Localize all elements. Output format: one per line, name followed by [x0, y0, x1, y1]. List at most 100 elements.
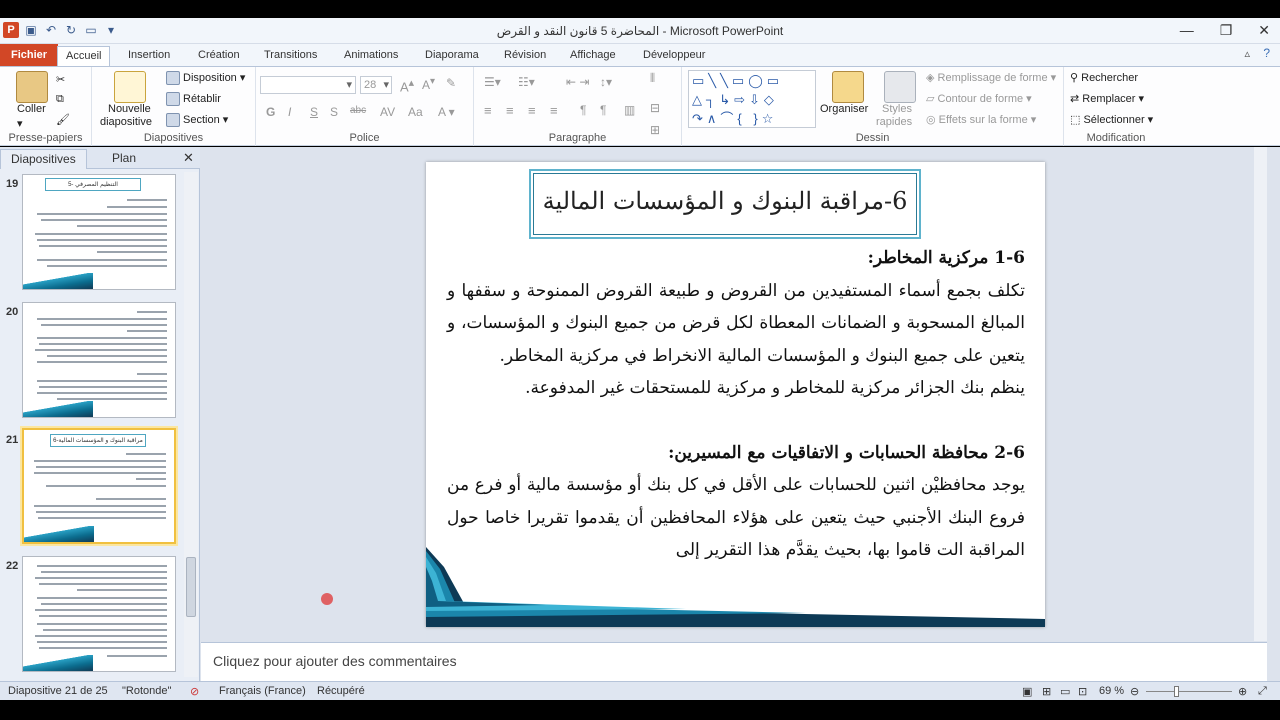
tab-affichage[interactable]: Affichage	[562, 46, 624, 66]
reading-view-icon[interactable]: ▭	[1060, 685, 1070, 698]
new-slide-label[interactable]: Nouvelle	[108, 103, 151, 115]
minimize-ribbon-icon[interactable]: ▵	[1244, 47, 1250, 60]
paste-dropdown-icon[interactable]: ▾	[17, 117, 23, 130]
align-right-icon[interactable]: ≡	[528, 103, 536, 118]
scrollbar-thumb[interactable]	[186, 557, 196, 617]
shape-fill-button[interactable]: ◈ Remplissage de forme ▾	[926, 71, 1056, 84]
shapes-gallery[interactable]: ▭╲╲▭◯▭ △┐↳⇨⇩◇ ↷∧⌒{ }☆	[688, 70, 816, 128]
font-color-icon[interactable]: A ▾	[438, 105, 455, 119]
slideshow-icon[interactable]: ⊡	[1078, 685, 1087, 698]
ltr-icon[interactable]: ¶	[600, 103, 606, 117]
align-left-icon[interactable]: ≡	[484, 103, 492, 118]
select-button[interactable]: ⬚ Sélectionner ▾	[1070, 113, 1153, 126]
columns-icon[interactable]: ▥	[624, 103, 635, 117]
tab-developpeur[interactable]: Développeur	[635, 46, 713, 66]
find-label: Rechercher	[1081, 72, 1138, 84]
shape-effects-button[interactable]: ◎ Effets sur la forme ▾	[926, 113, 1036, 126]
arrange-icon[interactable]	[832, 71, 864, 103]
group-diapositives: Nouvelle diapositive Disposition ▾ Rétab…	[92, 67, 256, 146]
mouse-cursor	[321, 593, 333, 605]
italic-button[interactable]: I	[288, 105, 291, 119]
section-button[interactable]: Section ▾	[166, 113, 228, 128]
align-center-icon[interactable]: ≡	[506, 103, 514, 118]
format-painter-icon[interactable]: 🖌	[56, 113, 70, 126]
notes-pane[interactable]: Cliquez pour ajouter des commentaires	[201, 642, 1267, 681]
align-text-icon[interactable]: ⊟	[650, 101, 660, 115]
normal-view-icon[interactable]: ▣	[1022, 685, 1032, 698]
font-size-value: 28	[364, 79, 377, 91]
clear-format-icon[interactable]: ✎	[446, 76, 456, 90]
language-status[interactable]: Français (France)	[219, 685, 306, 697]
find-button[interactable]: ⚲ Rechercher	[1070, 71, 1138, 84]
shrink-font-icon[interactable]: A▾	[422, 76, 435, 92]
justify-icon[interactable]: ≡	[550, 103, 558, 118]
slide-title-box[interactable]: 6-مراقبة البنوك و المؤسسات المالية	[529, 169, 921, 239]
tab-fichier[interactable]: Fichier	[0, 44, 59, 66]
new-slide-label-2[interactable]: diapositive	[100, 116, 152, 128]
zoom-in-icon[interactable]: ⊕	[1238, 685, 1247, 698]
group-label-dessin: Dessin	[855, 132, 890, 144]
shadow-button[interactable]: S	[330, 105, 338, 119]
font-name-select[interactable]: ▾	[260, 76, 356, 94]
heading-1: 1-6 مركزية المخاطر:	[867, 248, 1025, 268]
fit-to-window-icon[interactable]: ⤢	[1258, 685, 1267, 698]
slide-sorter-icon[interactable]: ⊞	[1042, 685, 1051, 698]
change-case-icon[interactable]: Aa	[408, 105, 423, 119]
replace-button[interactable]: ⇄ Remplacer ▾	[1070, 92, 1144, 105]
zoom-slider-thumb[interactable]	[1174, 686, 1179, 697]
minimize-button[interactable]: —	[1180, 22, 1194, 39]
help-icon[interactable]: ?	[1263, 46, 1270, 60]
underline-button[interactable]: S	[310, 105, 318, 119]
tab-animations[interactable]: Animations	[336, 46, 406, 66]
paste-icon[interactable]	[16, 71, 48, 103]
strikethrough-button[interactable]: abc	[350, 105, 366, 116]
paste-button[interactable]: Coller	[17, 103, 46, 115]
work-area: Diapositives Plan ✕ 19 5- التنظيم المصرف…	[0, 147, 1280, 681]
close-button[interactable]: ✕	[1258, 22, 1270, 39]
tab-plan[interactable]: Plan	[112, 149, 136, 169]
grow-font-icon[interactable]: A▴	[400, 76, 414, 94]
layout-button[interactable]: Disposition ▾	[166, 71, 245, 86]
tab-accueil[interactable]: Accueil	[57, 46, 111, 66]
tab-creation[interactable]: Création	[190, 46, 248, 66]
tab-diapositives[interactable]: Diapositives	[0, 149, 87, 169]
tab-diaporama[interactable]: Diaporama	[417, 46, 487, 66]
zoom-level[interactable]: 69 %	[1099, 685, 1124, 697]
char-spacing-icon[interactable]: AV	[380, 105, 395, 119]
zoom-out-icon[interactable]: ⊖	[1130, 685, 1139, 698]
slide-area-scrollbar[interactable]	[1254, 147, 1267, 641]
zoom-slider[interactable]	[1146, 691, 1232, 692]
rtl-icon[interactable]: ¶	[580, 103, 586, 117]
numbering-icon[interactable]: ☷▾	[518, 75, 535, 89]
slide-thumbnail-22[interactable]	[22, 556, 176, 672]
slide-title: 6-مراقبة البنوك و المؤسسات المالية	[542, 187, 908, 215]
slide-thumbnail-20[interactable]	[22, 302, 176, 418]
bold-button[interactable]: G	[266, 105, 275, 119]
tab-transitions[interactable]: Transitions	[256, 46, 325, 66]
slide-thumbnail-21[interactable]: 6-مراقبة البنوك و المؤسسات المالية	[22, 428, 176, 544]
shape-outline-button[interactable]: ▱ Contour de forme ▾	[926, 92, 1032, 105]
slide-thumbnail-19[interactable]: 5- التنظيم المصرفي	[22, 174, 176, 290]
cut-icon[interactable]: ✂	[56, 73, 65, 86]
tab-revision[interactable]: Révision	[496, 46, 554, 66]
arrange-label[interactable]: Organiser	[820, 103, 868, 115]
font-size-select[interactable]: 28 ▾	[360, 76, 392, 94]
copy-icon[interactable]: ⧉	[56, 93, 64, 106]
bullets-icon[interactable]: ☰▾	[484, 75, 501, 89]
spellcheck-icon[interactable]: ⊘	[190, 685, 199, 698]
slide-body[interactable]: 1-6 مركزية المخاطر: تكلف بجمع أسماء المس…	[447, 242, 1025, 567]
quick-styles-label[interactable]: Styles	[882, 103, 912, 115]
reset-button[interactable]: Rétablir	[166, 92, 221, 106]
quick-styles-icon[interactable]	[884, 71, 916, 103]
maximize-button[interactable]: ❐	[1220, 22, 1233, 39]
new-slide-icon[interactable]	[114, 71, 146, 103]
indent-icon[interactable]: ⇤ ⇥	[566, 75, 589, 89]
quick-styles-label-2[interactable]: rapides	[876, 116, 912, 128]
group-label-paragraphe: Paragraphe	[548, 132, 607, 144]
text-direction-icon[interactable]: ⫴	[650, 71, 655, 86]
close-pane-icon[interactable]: ✕	[183, 149, 194, 169]
slides-pane-scrollbar[interactable]	[184, 172, 198, 677]
line-spacing-icon[interactable]: ↕▾	[600, 75, 612, 89]
slide-editing-area: 6-مراقبة البنوك و المؤسسات المالية 1-6 م…	[201, 147, 1267, 641]
tab-insertion[interactable]: Insertion	[120, 46, 178, 66]
